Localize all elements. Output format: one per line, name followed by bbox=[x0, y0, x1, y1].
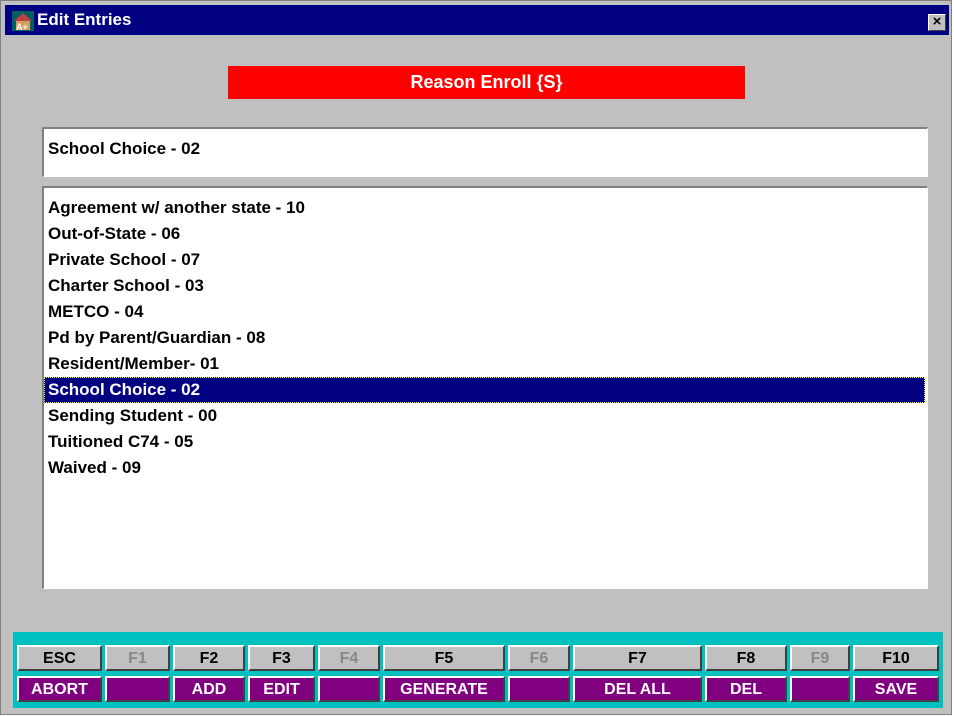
entries-list[interactable]: Agreement w/ another state - 10 Out-of-St… bbox=[42, 186, 928, 589]
fkey-f6: F6 bbox=[508, 645, 570, 671]
fkey-f7[interactable]: F7 bbox=[573, 645, 702, 671]
fkey-f1: F1 bbox=[105, 645, 170, 671]
close-icon[interactable]: × bbox=[928, 14, 946, 31]
generate-button[interactable]: GENERATE bbox=[383, 676, 505, 702]
del-all-button[interactable]: DEL ALL bbox=[573, 676, 702, 702]
window-title: Edit Entries bbox=[37, 10, 132, 29]
fkey-f5[interactable]: F5 bbox=[383, 645, 505, 671]
fkey-f2[interactable]: F2 bbox=[173, 645, 245, 671]
fkey-f3[interactable]: F3 bbox=[248, 645, 315, 671]
fkey-f8[interactable]: F8 bbox=[705, 645, 787, 671]
title-bar[interactable]: A+ Edit Entries bbox=[5, 5, 949, 35]
list-item[interactable]: Out-of-State - 06 bbox=[44, 221, 927, 247]
list-item[interactable]: Private School - 07 bbox=[44, 247, 927, 273]
add-button[interactable]: ADD bbox=[173, 676, 245, 702]
svg-text:A+: A+ bbox=[16, 22, 28, 31]
fkey-f10[interactable]: F10 bbox=[853, 645, 939, 671]
list-item[interactable]: Waived - 09 bbox=[44, 455, 927, 481]
edit-button[interactable]: EDIT bbox=[248, 676, 315, 702]
fkey-f4: F4 bbox=[318, 645, 380, 671]
list-item[interactable]: Resident/Member- 01 bbox=[44, 351, 927, 377]
list-item[interactable]: Tuitioned C74 - 05 bbox=[44, 429, 927, 455]
empty-action-slot bbox=[508, 676, 570, 702]
list-item[interactable]: METCO - 04 bbox=[44, 299, 927, 325]
empty-action-slot bbox=[318, 676, 380, 702]
fkey-esc[interactable]: ESC bbox=[17, 645, 102, 671]
current-value-field[interactable]: School Choice - 02 bbox=[42, 127, 928, 177]
list-item[interactable]: Agreement w/ another state - 10 bbox=[44, 195, 927, 221]
empty-action-slot bbox=[790, 676, 850, 702]
list-item-selected[interactable]: School Choice - 02 bbox=[44, 377, 925, 403]
save-button[interactable]: SAVE bbox=[853, 676, 939, 702]
list-item[interactable]: Charter School - 03 bbox=[44, 273, 927, 299]
app-icon: A+ bbox=[12, 11, 34, 31]
list-item[interactable]: Sending Student - 00 bbox=[44, 403, 927, 429]
empty-action-slot bbox=[105, 676, 170, 702]
edit-entries-window: A+ Edit Entries × Reason Enroll {S} Scho… bbox=[0, 0, 952, 715]
list-item[interactable]: Pd by Parent/Guardian - 08 bbox=[44, 325, 927, 351]
function-key-bar: ESC ABORT F1 F2 ADD F3 EDIT F4 F5 GENERATE F6 F7 DEL… bbox=[13, 632, 943, 708]
abort-button[interactable]: ABORT bbox=[17, 676, 102, 702]
field-banner: Reason Enroll {S} bbox=[228, 66, 745, 99]
fkey-f9: F9 bbox=[790, 645, 850, 671]
del-button[interactable]: DEL bbox=[705, 676, 787, 702]
